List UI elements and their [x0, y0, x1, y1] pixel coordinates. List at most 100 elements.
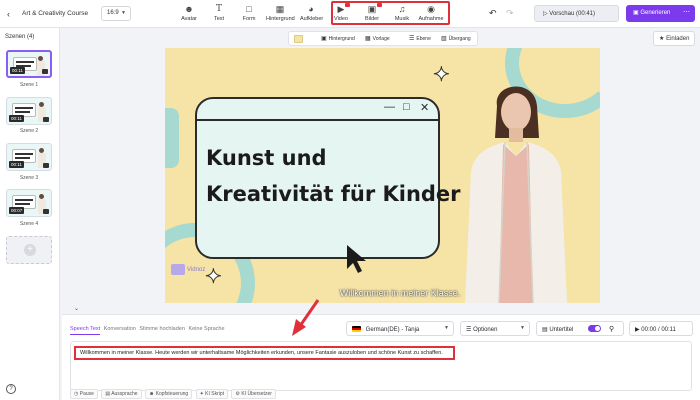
background-label: Hintergrund	[328, 36, 355, 42]
tool-background[interactable]: ▦ Hintergrund	[266, 4, 295, 24]
script-tools: ◷ Pause ▤ Aussprache ☻ Kopfsteuerung ✦ K…	[70, 389, 278, 399]
undo-icon[interactable]: ↶	[489, 8, 497, 19]
shape-icon: □	[246, 4, 252, 14]
tab-no-speech[interactable]: Keine Sprache	[188, 326, 224, 332]
redo-icon[interactable]: ↷	[506, 8, 514, 19]
tool-sticker[interactable]: ◕ Aufkleber	[300, 4, 324, 24]
pin-icon[interactable]: ⚲	[609, 325, 614, 333]
sparkle-icon: ✦	[205, 266, 223, 289]
template-button[interactable]: ▦ Vorlage	[365, 35, 390, 42]
background-button[interactable]: ▣ Hintergrund	[321, 35, 355, 42]
video-canvas[interactable]: — □ ✕ Kunst und Kreativität für Kinder ✦…	[165, 48, 600, 303]
more-icon[interactable]: ⋯	[683, 8, 690, 16]
ai-translator-button[interactable]: ⚙ KI Übersetzer	[231, 389, 276, 399]
sliders-icon: ☰	[466, 327, 472, 333]
scenes-title: Szenen (4)	[5, 34, 35, 40]
scene-thumbnail-2[interactable]: 00:11	[6, 97, 52, 125]
invite-icon: ★	[659, 36, 665, 42]
subtitles-toggle[interactable]	[588, 325, 601, 332]
pronunciation-button[interactable]: ▤ Aussprache	[101, 389, 142, 399]
logo-text: Vidnoz	[187, 267, 206, 274]
chevron-down-icon: ▼	[121, 10, 126, 16]
background-color-swatch[interactable]	[294, 35, 303, 43]
generate-label: Generieren	[640, 10, 671, 16]
ai-translator-label: KI Übersetzer	[241, 391, 272, 397]
headline-line-1[interactable]: Kunst und	[206, 146, 441, 170]
close-icon: ✕	[420, 102, 430, 114]
options-label: Optionen	[473, 327, 498, 333]
scene-thumbnail-3[interactable]: 00:11	[6, 143, 52, 171]
chevron-down-icon: ▼	[520, 325, 525, 331]
options-select[interactable]: ☰ Optionen ▼	[460, 321, 530, 336]
pronunciation-label: Aussprache	[111, 391, 138, 397]
pause-button[interactable]: ◷ Pause	[70, 389, 98, 399]
voice-select[interactable]: German(DE) - Tanja ▼	[346, 321, 454, 336]
generate-button[interactable]: ▣ Generieren ⋯	[626, 5, 695, 22]
avatar-tag-icon	[43, 117, 49, 122]
tool-form[interactable]: □ Form	[242, 4, 256, 24]
script-tabs: Speech Text Konversation Stimme hochlade…	[70, 326, 227, 335]
play-icon[interactable]: ▶	[635, 327, 640, 333]
invite-label: Einladen	[666, 36, 690, 42]
scene-label: Szene 3	[19, 175, 39, 181]
transition-button[interactable]: ▧ Übergang	[441, 35, 471, 42]
tab-upload-voice[interactable]: Stimme hochladen	[139, 326, 185, 332]
script-text-highlighted[interactable]: Willkommen in meiner Klasse. Heute werde…	[74, 346, 455, 360]
subtitles-label: Untertitel	[549, 327, 574, 333]
tool-text-label: Text	[213, 16, 225, 22]
tool-avatar[interactable]: ☻ Avatar	[180, 4, 198, 24]
back-icon[interactable]: ‹	[7, 9, 17, 19]
aspect-ratio-value: 16:9	[107, 10, 119, 16]
script-editor[interactable]: Willkommen in meiner Klasse. Heute werde…	[70, 341, 692, 391]
ai-script-button[interactable]: ✦ KI Skript	[195, 389, 229, 399]
tab-conversation[interactable]: Konversation	[104, 326, 136, 332]
scenes-panel: Szenen (4) 00:11 Szene 1 00:11 Szene 2 0…	[0, 28, 60, 400]
plus-icon: +	[24, 244, 36, 256]
background-icon: ▦	[275, 4, 285, 14]
scene-label: Szene 4	[19, 221, 39, 227]
project-title[interactable]: Art & Creativity Course	[22, 10, 88, 17]
highlight-annotation-media-tools	[331, 1, 450, 25]
pause-label: Pause	[79, 391, 94, 397]
scene-thumbnail-4[interactable]: 00:07	[6, 189, 52, 217]
avatar-tag-icon	[43, 163, 49, 168]
collapse-panel-icon[interactable]: ⌄	[74, 305, 79, 312]
scene-duration: 00:11	[9, 161, 24, 168]
preview-button[interactable]: ▷ Vorschau (00:41)	[534, 5, 619, 22]
logo-icon	[171, 264, 185, 275]
cursor-icon	[347, 245, 366, 273]
template-label: Vorlage	[372, 36, 390, 42]
subtitles-control: ▤ Untertitel ⚲	[536, 321, 624, 336]
head-control-button[interactable]: ☻ Kopfsteuerung	[144, 389, 193, 399]
text-icon: T	[215, 4, 222, 14]
tool-text[interactable]: T Text	[212, 4, 226, 24]
transition-label: Übergang	[448, 36, 471, 42]
script-panel: Speech Text Konversation Stimme hochlade…	[62, 314, 700, 400]
generate-icon: ▣	[633, 10, 639, 16]
avatar-tag-icon	[43, 209, 49, 214]
top-toolbar: ‹ Art & Creativity Course 16:9 ▼ ☻ Avata…	[0, 0, 700, 28]
minimize-icon: —	[384, 101, 395, 113]
template-icon: ▦	[365, 36, 371, 42]
canvas-toolbar: ▣ Hintergrund ▦ Vorlage ☰ Ebene ▧ Übergang	[288, 31, 478, 46]
tab-speech-text[interactable]: Speech Text	[70, 326, 101, 335]
ai-script-label: KI Skript	[205, 391, 225, 397]
layer-button[interactable]: ☰ Ebene	[409, 35, 431, 42]
aspect-ratio-select[interactable]: 16:9 ▼	[101, 6, 131, 21]
audio-player: ▶ 00:00 / 00:11	[629, 321, 693, 336]
sticker-icon: ◕	[308, 4, 314, 14]
presenter-avatar[interactable]	[445, 76, 585, 303]
window-title-strip	[197, 99, 438, 121]
tool-avatar-label: Avatar	[181, 16, 197, 22]
layers-icon: ☰	[409, 36, 415, 42]
invite-button[interactable]: ★ Einladen	[653, 31, 695, 46]
tool-sticker-label: Aufkleber	[300, 16, 324, 22]
help-icon[interactable]: ?	[6, 384, 16, 394]
play-circle-icon: ▷	[543, 11, 548, 17]
add-scene-button[interactable]: +	[6, 236, 52, 264]
scene-thumbnail-1[interactable]: 00:11	[6, 50, 52, 78]
decorative-shape	[165, 108, 179, 168]
title-window-graphic[interactable]: — □ ✕ Kunst und Kreativität für Kinder	[195, 97, 461, 259]
subtitles-icon: ▤	[542, 327, 548, 333]
headline-line-2[interactable]: Kreativität für Kinder	[206, 182, 461, 206]
